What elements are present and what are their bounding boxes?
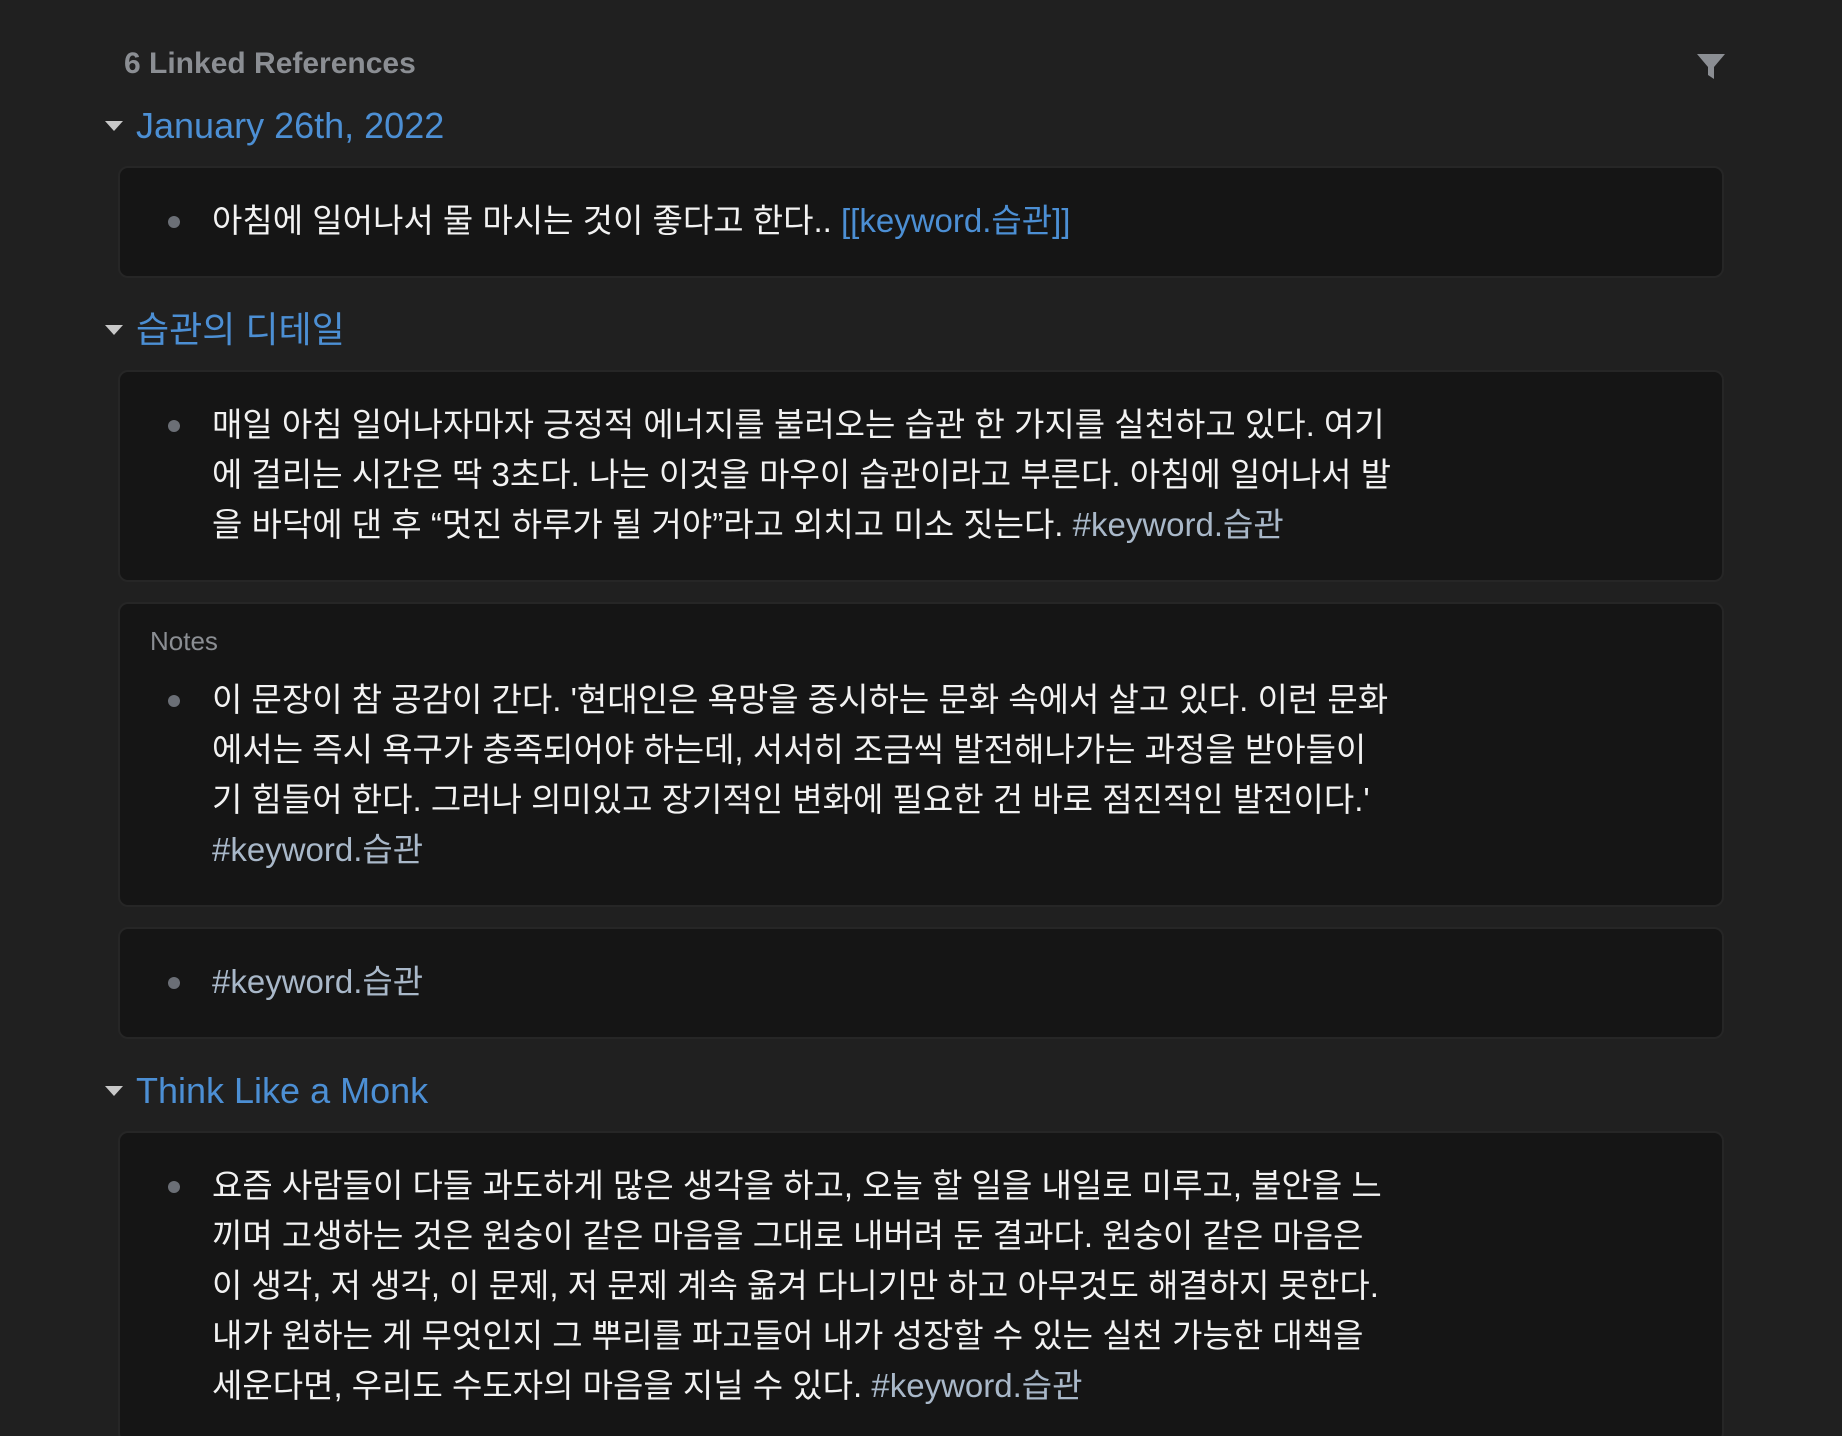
block-content: 요즘 사람들이 다들 과도하게 많은 생각을 하고, 오늘 할 일을 내일로 미… <box>212 1167 1382 1404</box>
linked-references-title: 6 Linked References <box>124 47 416 80</box>
block[interactable]: #keyword.습관 <box>168 957 1682 1007</box>
page-reference-link[interactable]: keyword.습관 <box>859 202 1052 239</box>
reference-group-header: 습관의 디테일 <box>104 298 1722 362</box>
block[interactable]: 요즘 사람들이 다들 과도하게 많은 생각을 하고, 오늘 할 일을 내일로 미… <box>168 1161 1682 1411</box>
tag-link[interactable]: #keyword.습관 <box>212 963 423 1000</box>
block[interactable]: 이 문장이 참 공감이 간다. '현대인은 욕망을 중시하는 문화 속에서 살고… <box>168 675 1682 875</box>
caret-down-icon[interactable] <box>104 1076 134 1106</box>
bullet-icon[interactable] <box>168 420 180 432</box>
filter-icon[interactable] <box>1694 50 1728 84</box>
block-text[interactable]: #keyword.습관 <box>212 957 423 1007</box>
reference-card: 아침에 일어나서 물 마시는 것이 좋다고 한다.. [[keyword.습관]… <box>118 166 1724 278</box>
reference-card: Notes 이 문장이 참 공감이 간다. '현대인은 욕망을 중시하는 문화 … <box>118 602 1724 907</box>
reference-group-title[interactable]: 습관의 디테일 <box>136 312 345 348</box>
reference-group-title[interactable]: Think Like a Monk <box>136 1073 428 1109</box>
caret-down-icon[interactable] <box>104 315 134 345</box>
caret-down-icon[interactable] <box>104 111 134 141</box>
reference-group-header: Think Like a Monk <box>104 1059 1722 1123</box>
block-text[interactable]: 아침에 일어나서 물 마시는 것이 좋다고 한다.. [[keyword.습관]… <box>212 196 1070 246</box>
bullet-icon[interactable] <box>168 1181 180 1193</box>
bullet-icon[interactable] <box>168 977 180 989</box>
reference-group-title[interactable]: January 26th, 2022 <box>136 108 444 144</box>
block-text[interactable]: 요즘 사람들이 다들 과도하게 많은 생각을 하고, 오늘 할 일을 내일로 미… <box>212 1161 1392 1411</box>
block-content: 이 문장이 참 공감이 간다. '현대인은 욕망을 중시하는 문화 속에서 살고… <box>212 681 1389 818</box>
bullet-icon[interactable] <box>168 695 180 707</box>
block[interactable]: 아침에 일어나서 물 마시는 것이 좋다고 한다.. [[keyword.습관]… <box>168 196 1682 246</box>
reference-card: 요즘 사람들이 다들 과도하게 많은 생각을 하고, 오늘 할 일을 내일로 미… <box>118 1131 1724 1436</box>
breadcrumb[interactable]: Notes <box>150 626 1682 657</box>
block-text[interactable]: 이 문장이 참 공감이 간다. '현대인은 욕망을 중시하는 문화 속에서 살고… <box>212 675 1392 875</box>
linked-references-panel: 6 Linked References January 26th, 2022 아… <box>0 0 1842 1436</box>
link-bracket-open: [[ <box>841 202 860 239</box>
reference-card: 매일 아침 일어나자마자 긍정적 에너지를 불러오는 습관 한 가지를 실천하고… <box>118 370 1724 582</box>
reference-group: 습관의 디테일 매일 아침 일어나자마자 긍정적 에너지를 불러오는 습관 한 … <box>104 298 1724 1039</box>
link-bracket-close: ]] <box>1052 202 1071 239</box>
reference-card: #keyword.습관 <box>118 927 1724 1039</box>
tag-link[interactable]: #keyword.습관 <box>1073 506 1284 543</box>
block-text[interactable]: 매일 아침 일어나자마자 긍정적 에너지를 불러오는 습관 한 가지를 실천하고… <box>212 400 1392 550</box>
tag-link[interactable]: #keyword.습관 <box>212 831 423 868</box>
reference-group-header: January 26th, 2022 <box>104 94 1722 158</box>
reference-group: January 26th, 2022 아침에 일어나서 물 마시는 것이 좋다고… <box>104 94 1724 278</box>
tag-link[interactable]: #keyword.습관 <box>871 1367 1082 1404</box>
reference-group: Think Like a Monk 요즘 사람들이 다들 과도하게 많은 생각을… <box>104 1059 1724 1436</box>
bullet-icon[interactable] <box>168 216 180 228</box>
block-content: 아침에 일어나서 물 마시는 것이 좋다고 한다.. <box>212 202 841 239</box>
linked-references-header: 6 Linked References <box>124 40 1725 88</box>
block[interactable]: 매일 아침 일어나자마자 긍정적 에너지를 불러오는 습관 한 가지를 실천하고… <box>168 400 1682 550</box>
